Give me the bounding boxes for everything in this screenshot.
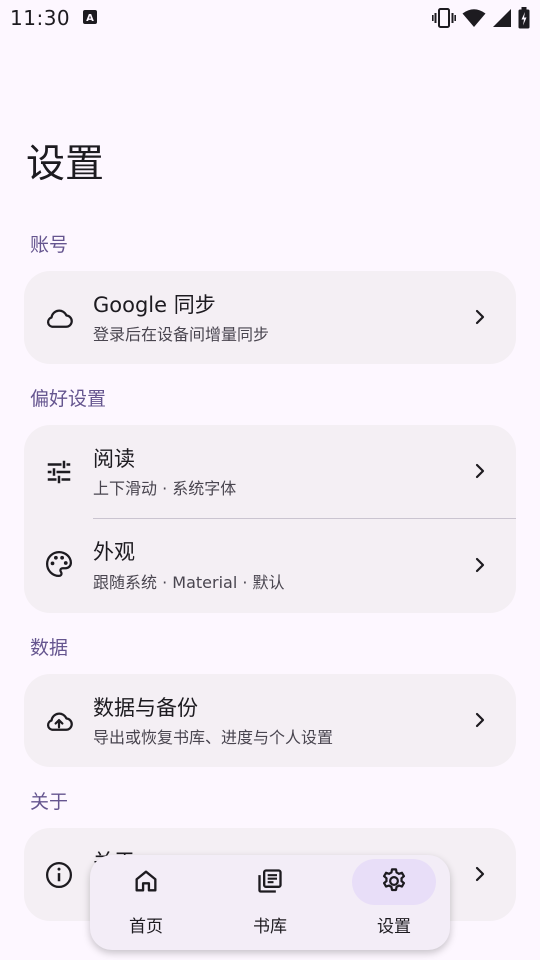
tune-sliders-icon <box>47 460 71 484</box>
card-account: Google 同步 登录后在设备间增量同步 <box>24 271 516 364</box>
nav-item-settings[interactable]: 设置 <box>344 855 444 950</box>
settings-row-reading[interactable]: 阅读 上下滑动 · 系统字体 <box>24 425 516 518</box>
row-subtitle: 导出或恢复书库、进度与个人设置 <box>93 728 334 747</box>
section-header-account: 账号 <box>30 234 69 256</box>
section-header-preferences: 偏好设置 <box>30 388 107 410</box>
status-time: 11:30 <box>10 6 71 30</box>
palette-icon <box>46 551 72 577</box>
cloud-icon <box>46 309 73 328</box>
row-title: 阅读 <box>93 447 135 471</box>
status-icons <box>432 6 530 30</box>
row-subtitle: 跟随系统 · Material · 默认 <box>93 573 285 592</box>
vibrate-icon <box>432 8 456 28</box>
library-icon <box>258 869 282 893</box>
section-header-data: 数据 <box>30 637 69 659</box>
cellular-signal-icon <box>493 9 511 27</box>
battery-icon <box>518 7 530 29</box>
row-subtitle: 上下滑动 · 系统字体 <box>93 479 237 498</box>
page-title: 设置 <box>26 142 105 187</box>
row-title: 数据与备份 <box>93 696 198 720</box>
info-icon <box>46 862 72 888</box>
card-preferences: 阅读 上下滑动 · 系统字体 外观 跟随系统 · Material · 默认 <box>24 425 516 613</box>
settings-row-appearance[interactable]: 外观 跟随系统 · Material · 默认 <box>24 518 516 613</box>
bottom-navigation: 首页 书库 设置 <box>90 855 450 950</box>
row-subtitle: 登录后在设备间增量同步 <box>93 325 270 344</box>
nav-item-library[interactable]: 书库 <box>220 855 320 950</box>
nav-item-home[interactable]: 首页 <box>96 855 196 950</box>
chevron-right-icon <box>475 463 485 479</box>
chevron-right-icon <box>475 309 485 325</box>
chevron-right-icon <box>475 712 485 728</box>
card-data: 数据与备份 导出或恢复书库、进度与个人设置 <box>24 674 516 767</box>
settings-gear-icon <box>382 868 406 892</box>
row-title: Google 同步 <box>93 293 216 317</box>
settings-row-data-backup[interactable]: 数据与备份 导出或恢复书库、进度与个人设置 <box>24 674 516 767</box>
chevron-right-icon <box>475 866 485 882</box>
status-bar: 11:30 A <box>0 0 540 36</box>
wifi-icon <box>462 9 486 27</box>
nav-label: 书库 <box>253 917 287 937</box>
row-title: 外观 <box>93 540 135 564</box>
section-header-about: 关于 <box>30 791 69 813</box>
nav-label: 设置 <box>377 917 411 937</box>
svg-text:A: A <box>86 13 94 24</box>
home-icon <box>135 870 157 892</box>
chevron-right-icon <box>475 557 485 573</box>
nav-label: 首页 <box>129 917 163 937</box>
app-notification-icon: A <box>83 10 97 24</box>
settings-row-google-sync[interactable]: Google 同步 登录后在设备间增量同步 <box>24 271 516 364</box>
cloud-upload-icon <box>46 712 73 731</box>
